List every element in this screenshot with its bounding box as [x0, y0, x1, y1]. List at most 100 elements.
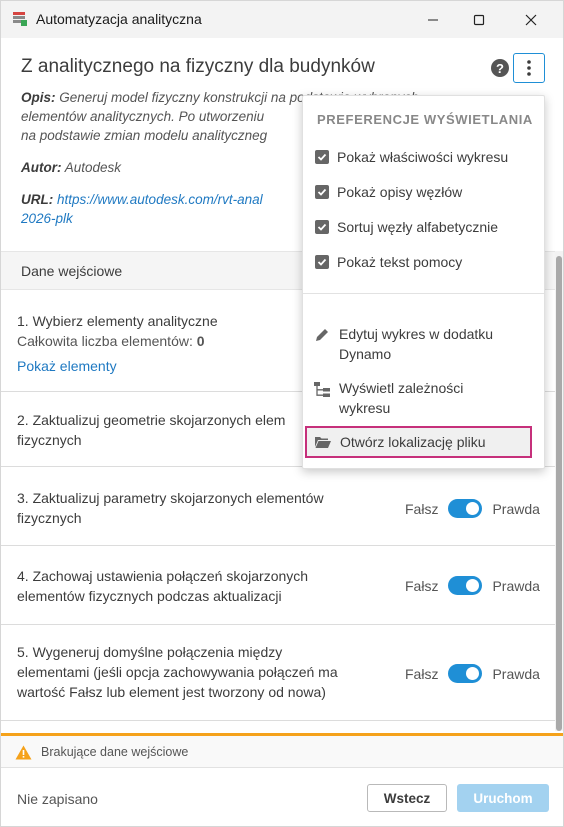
false-label: Fałsz: [405, 577, 439, 594]
minimize-button[interactable]: [410, 1, 456, 38]
maximize-button[interactable]: [456, 1, 502, 38]
menu-item-sort-nodes[interactable]: Sortuj węzły alfabetycznie: [315, 219, 498, 235]
menu-item-label: Sortuj węzły alfabetycznie: [337, 219, 499, 235]
scrollbar[interactable]: [555, 251, 563, 731]
menu-item-label: Otwórz lokalizację pliku: [340, 434, 486, 450]
input-label-line-2: elementów fizycznych podczas aktualizacj…: [17, 588, 282, 604]
checkbox[interactable]: [315, 150, 329, 164]
menu-heading: PREFERENCJE WYŚWIETLANIA: [317, 112, 533, 127]
menu-item-label: Pokaż tekst pomocy: [337, 254, 463, 270]
description-line-3: na podstawie zmian modelu analityczneg: [21, 128, 268, 143]
checkmark-icon: [317, 188, 327, 196]
toggle-knob: [466, 502, 480, 515]
false-label: Fałsz: [405, 665, 439, 682]
input-label-line-3: wartość Fałsz lub element jest tworzony …: [17, 684, 326, 700]
boolean-toggle[interactable]: [448, 664, 483, 683]
checkmark-icon: [317, 153, 327, 161]
folder-open-icon: [315, 437, 331, 448]
url-label: URL:: [21, 192, 54, 207]
input-label-line-1: 5. Wygeneruj domyślne połączenia między: [17, 644, 283, 660]
boolean-toggle-group: Fałsz Prawda: [405, 664, 540, 683]
app-logo-icon: [13, 12, 27, 26]
vertical-ellipsis-icon: [527, 60, 531, 76]
svg-text:?: ?: [496, 61, 504, 76]
author: Autor: Autodesk: [21, 158, 121, 177]
menu-item-label: Pokaż właściwości wykresu: [337, 149, 509, 165]
display-preferences-menu: PREFERENCJE WYŚWIETLANIA Pokaż właściwoś…: [302, 95, 545, 469]
menu-item-show-graph-properties[interactable]: Pokaż właściwości wykresu: [315, 149, 508, 165]
checkbox[interactable]: [315, 220, 329, 234]
input-label-line-2: elementami (jeśli opcja zachowywania poł…: [17, 664, 338, 680]
menu-divider: [303, 293, 544, 294]
window-title: Automatyzacja analityczna: [36, 11, 202, 27]
close-icon: [525, 14, 537, 25]
true-label: Prawda: [492, 500, 540, 517]
menu-item-label: Pokaż opisy węzłów: [337, 184, 463, 200]
input-label: 4. Zachowaj ustawienia połączeń skojarzo…: [17, 566, 308, 606]
input-label-line-1: 4. Zachowaj ustawienia połączeń skojarzo…: [17, 568, 309, 584]
save-status: Nie zapisano: [17, 791, 98, 807]
warning-row: Brakujące dane wejściowe: [1, 736, 563, 768]
scrollbar-thumb[interactable]: [556, 256, 562, 731]
author-value: Autodesk: [64, 160, 122, 175]
section-title: Dane wejściowe: [21, 263, 123, 279]
url: URL: https://www.autodesk.com/rvt-anal: [21, 190, 263, 209]
page-title: Z analitycznego na fizyczny dla budynków: [21, 56, 375, 77]
minimize-icon: [428, 19, 438, 20]
input-row-update-parameters: 3. Zaktualizuj parametry skojarzonych el…: [1, 467, 555, 546]
input-label-line-2: fizycznych: [17, 510, 82, 526]
checkmark-icon: [317, 258, 327, 266]
checkbox[interactable]: [315, 255, 329, 269]
element-count-value: 0: [196, 333, 205, 349]
title-bar: Automatyzacja analityczna: [1, 1, 563, 38]
boolean-toggle-group: Fałsz Prawda: [405, 499, 540, 518]
url-link-continuation[interactable]: 2026-plk: [21, 211, 73, 226]
menu-item-show-help-text[interactable]: Pokaż tekst pomocy: [315, 254, 462, 270]
element-count: Całkowita liczba elementów: 0: [17, 333, 205, 349]
element-count-label: Całkowita liczba elementów:: [17, 333, 193, 349]
author-label: Autor:: [21, 160, 62, 175]
input-label: 1. Wybierz elementy analityczne: [17, 313, 218, 329]
input-label: 3. Zaktualizuj parametry skojarzonych el…: [17, 488, 324, 528]
show-elements-link[interactable]: Pokaż elementy: [17, 358, 117, 374]
maximize-icon: [473, 14, 485, 25]
description-label: Opis:: [21, 90, 56, 105]
description-line-2: elementów analitycznych. Po utworzeniu: [21, 109, 265, 124]
checkmark-icon: [317, 223, 327, 231]
pencil-icon: [316, 329, 328, 341]
menu-item-label-line-1: Edytuj wykres w dodatku: [339, 326, 494, 342]
input-label-line-1: 2. Zaktualizuj geometrie skojarzonych el…: [17, 412, 286, 428]
hierarchy-icon: [314, 382, 330, 397]
input-label-line-1: 3. Zaktualizuj parametry skojarzonych el…: [17, 490, 324, 506]
back-button[interactable]: Wstecz: [367, 784, 447, 812]
menu-item-show-dependencies[interactable]: Wyświetl zależności wykresu: [313, 378, 463, 418]
true-label: Prawda: [492, 577, 540, 594]
menu-item-open-file-location[interactable]: Otwórz lokalizację pliku: [305, 426, 532, 458]
description: Opis: Generuj model fizyczny konstrukcji…: [21, 88, 419, 145]
false-label: Fałsz: [405, 500, 439, 517]
toggle-knob: [466, 579, 480, 592]
url-link[interactable]: https://www.autodesk.com/rvt-anal: [57, 192, 263, 207]
warning-text: Brakujące dane wejściowe: [41, 745, 189, 759]
app-window: Automatyzacja analityczna Z analityczneg…: [0, 0, 564, 827]
input-label-line-2: fizycznych: [17, 432, 82, 448]
boolean-toggle-group: Fałsz Prawda: [405, 576, 540, 595]
boolean-toggle[interactable]: [448, 576, 483, 595]
toggle-knob: [466, 667, 480, 680]
run-button[interactable]: Uruchom: [457, 784, 549, 812]
menu-item-label-line-2: wykresu: [339, 400, 391, 416]
input-row-keep-connections: 4. Zachowaj ustawienia połączeń skojarzo…: [1, 546, 555, 625]
menu-item-show-node-descriptions[interactable]: Pokaż opisy węzłów: [315, 184, 462, 200]
menu-item-label-line-2: Dynamo: [339, 346, 392, 362]
input-label: 2. Zaktualizuj geometrie skojarzonych el…: [17, 410, 285, 450]
checkbox[interactable]: [315, 185, 329, 199]
menu-item-edit-in-dynamo[interactable]: Edytuj wykres w dodatku Dynamo: [313, 324, 493, 364]
input-row-generate-connections: 5. Wygeneruj domyślne połączenia między …: [1, 625, 555, 721]
input-label: 5. Wygeneruj domyślne połączenia między …: [17, 642, 338, 702]
menu-item-label-line-1: Wyświetl zależności: [339, 380, 464, 396]
close-button[interactable]: [508, 1, 554, 38]
boolean-toggle[interactable]: [448, 499, 483, 518]
more-options-button[interactable]: [513, 53, 545, 83]
url-continuation: 2026-plk: [21, 209, 73, 228]
help-icon[interactable]: ?: [490, 58, 510, 78]
